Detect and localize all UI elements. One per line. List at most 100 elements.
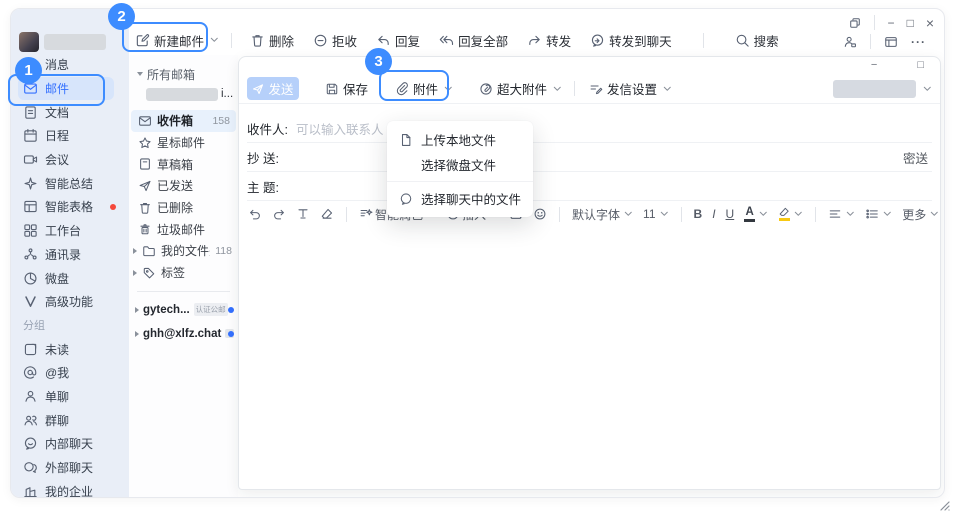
redacted-from-account bbox=[833, 80, 916, 98]
caret-right-icon[interactable] bbox=[135, 331, 139, 337]
subject-field[interactable]: 主 题: bbox=[247, 172, 932, 201]
clear-format-button[interactable] bbox=[320, 207, 334, 221]
sidebar-item-smart-table[interactable]: 智能表格 bbox=[18, 195, 114, 219]
sidebar-item-messages[interactable]: 消息 bbox=[18, 53, 114, 77]
folder-item-deleted[interactable]: 已删除 bbox=[129, 197, 238, 219]
sidebar-item-workbench[interactable]: 工作台 bbox=[18, 219, 114, 243]
screenshot: 消息 邮件 文档 日程 会议 bbox=[0, 0, 956, 515]
reply-button[interactable]: 回复 bbox=[376, 31, 420, 50]
redo-button[interactable] bbox=[272, 207, 286, 221]
to-field[interactable]: 收件人: 可以输入联系人 / 部门 bbox=[247, 114, 932, 143]
delete-button[interactable]: 删除 bbox=[250, 31, 294, 50]
divider bbox=[380, 81, 381, 96]
sidebar-item-docs[interactable]: 文档 bbox=[18, 100, 114, 124]
compose-maximize-button[interactable]: □ bbox=[917, 60, 924, 71]
undo-button[interactable] bbox=[248, 207, 262, 221]
italic-button[interactable]: I bbox=[712, 207, 715, 221]
sent-plane-icon bbox=[138, 179, 152, 193]
cc-field[interactable]: 抄 送: 密送 bbox=[247, 143, 932, 172]
align-button[interactable] bbox=[828, 207, 855, 221]
all-mailboxes-header[interactable]: 所有邮箱 bbox=[129, 65, 238, 83]
bcc-toggle[interactable]: 密送 bbox=[903, 148, 932, 167]
underline-button[interactable]: U bbox=[726, 207, 735, 221]
send-settings-button[interactable]: 发信设置 bbox=[589, 79, 672, 98]
sidebar-item-mentions[interactable]: @我 bbox=[18, 361, 114, 385]
forward-button[interactable]: 转发 bbox=[527, 31, 571, 50]
minimize-button[interactable]: − bbox=[888, 17, 895, 29]
send-settings-icon bbox=[589, 82, 603, 96]
reply-all-button[interactable]: 回复全部 bbox=[439, 31, 508, 50]
folder-item-starred[interactable]: 星标邮件 bbox=[129, 132, 238, 154]
font-family-select[interactable]: 默认字体 bbox=[572, 206, 633, 223]
emoji-button[interactable] bbox=[533, 207, 547, 221]
sidebar-item-group-chat[interactable]: 群聊 bbox=[18, 408, 114, 432]
sidebar-item-contacts[interactable]: 通讯录 bbox=[18, 243, 114, 267]
menu-item-select-drive-file[interactable]: 选择微盘文件 bbox=[387, 152, 533, 177]
folder-item-sent[interactable]: 已发送 bbox=[129, 175, 238, 197]
compose-body[interactable] bbox=[239, 227, 940, 489]
layout-panel-icon[interactable] bbox=[884, 35, 898, 49]
folder-item-tags[interactable]: 标签 bbox=[129, 262, 238, 284]
bold-button[interactable]: B bbox=[694, 207, 703, 221]
attachment-button[interactable]: 附件 bbox=[395, 79, 453, 98]
maximize-button[interactable]: □ bbox=[907, 17, 914, 29]
menu-item-select-chat-file[interactable]: 选择聊天中的文件 bbox=[387, 186, 533, 211]
send-button[interactable]: 发送 bbox=[247, 77, 299, 100]
menu-item-upload-local-file[interactable]: 上传本地文件 bbox=[387, 127, 533, 152]
junk-bin-icon bbox=[138, 222, 152, 236]
unread-dot bbox=[228, 331, 234, 337]
caret-right-icon[interactable] bbox=[135, 307, 139, 313]
new-window-icon[interactable] bbox=[849, 17, 861, 29]
sidebar-item-calendar[interactable]: 日程 bbox=[18, 124, 114, 148]
avatar[interactable] bbox=[19, 32, 39, 52]
format-painter-button[interactable] bbox=[296, 207, 310, 221]
sidebar-nav: 消息 邮件 文档 日程 会议 bbox=[11, 53, 129, 498]
sidebar-item-advanced[interactable]: 高级功能 bbox=[18, 290, 114, 314]
sidebar-item-internal-chat[interactable]: 内部聊天 bbox=[18, 432, 114, 456]
more-button[interactable]: ··· bbox=[911, 36, 926, 48]
folder-item-junk[interactable]: 垃圾邮件 bbox=[129, 218, 238, 240]
profile-area[interactable] bbox=[19, 32, 129, 52]
sidebar-item-drive[interactable]: 微盘 bbox=[18, 266, 114, 290]
sidebar-item-my-company[interactable]: 我的企业 bbox=[18, 479, 114, 498]
contacts-icon bbox=[23, 247, 38, 262]
font-color-button[interactable]: A bbox=[744, 207, 768, 222]
account-item-ghh[interactable]: ghh@xlfz.chat bbox=[129, 322, 238, 346]
caret-right-icon[interactable] bbox=[133, 270, 137, 276]
list-button[interactable] bbox=[865, 207, 892, 221]
compose-minimize-button[interactable]: − bbox=[871, 60, 877, 71]
folder-item-drafts[interactable]: 草稿箱 bbox=[129, 153, 238, 175]
highlight-icon bbox=[778, 207, 790, 221]
sidebar-item-single-chat[interactable]: 单聊 bbox=[18, 385, 114, 409]
more-format-button[interactable]: 更多 bbox=[902, 206, 939, 223]
folder-item-inbox[interactable]: 收件箱 158 bbox=[131, 110, 236, 132]
large-attachment-button[interactable]: 超大附件 bbox=[479, 79, 562, 98]
chevron-down-icon bbox=[553, 86, 562, 92]
sidebar-item-meetings[interactable]: 会议 bbox=[18, 148, 114, 172]
reject-button[interactable]: 拒收 bbox=[313, 31, 357, 50]
contact-card-icon[interactable] bbox=[843, 35, 857, 49]
large-attachment-icon bbox=[479, 82, 493, 96]
smile-bubble-icon bbox=[23, 436, 38, 451]
forward-to-chat-button[interactable]: 转发到聊天 bbox=[590, 31, 672, 50]
sidebar-item-external-chat[interactable]: 外部聊天 bbox=[18, 456, 114, 480]
close-button[interactable]: × bbox=[926, 16, 934, 30]
folder-item-my-folders[interactable]: 我的文件夹 118 bbox=[129, 240, 238, 262]
divider bbox=[137, 291, 230, 292]
font-size-select[interactable]: 11 bbox=[643, 207, 668, 221]
person-icon bbox=[23, 389, 38, 404]
highlight-button[interactable] bbox=[778, 207, 803, 221]
search-button[interactable]: 搜索 bbox=[735, 31, 779, 50]
resize-grip[interactable] bbox=[938, 499, 950, 511]
account-item-gytech[interactable]: gytech... 认证公邮 bbox=[129, 298, 238, 322]
from-account-select[interactable] bbox=[833, 80, 932, 98]
save-button[interactable]: 保存 bbox=[325, 79, 368, 98]
new-mail-button[interactable]: 新建邮件 bbox=[135, 31, 219, 50]
divider bbox=[574, 81, 575, 96]
account-row[interactable]: i... bbox=[129, 83, 238, 105]
caret-right-icon[interactable] bbox=[133, 248, 137, 254]
sidebar-item-ai-summary[interactable]: 智能总结 bbox=[18, 171, 114, 195]
sidebar-item-unread[interactable]: 未读 bbox=[18, 337, 114, 361]
sidebar-item-mail[interactable]: 邮件 bbox=[18, 77, 114, 101]
trash-icon bbox=[138, 201, 152, 215]
